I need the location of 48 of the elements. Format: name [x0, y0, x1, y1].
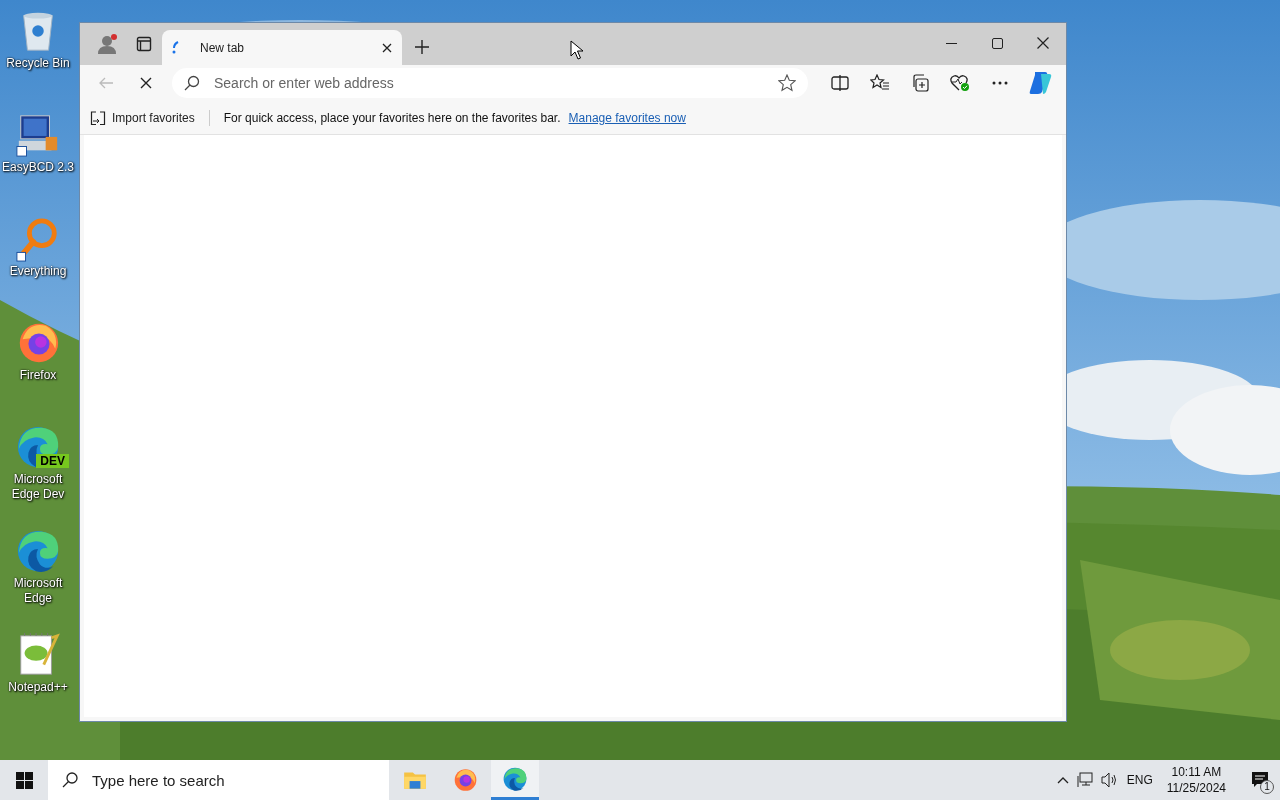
stop-icon[interactable]	[140, 77, 152, 89]
desktop-icon-label[interactable]: Microsoft Edge	[1, 576, 75, 606]
edge-wave-icon	[15, 528, 61, 574]
network-icon[interactable]	[1076, 772, 1093, 788]
copilot-icon[interactable]	[1027, 70, 1053, 96]
desktop-icon-label[interactable]: EasyBCD 2.3	[1, 160, 75, 175]
fox-globe-icon	[452, 767, 478, 793]
desktop-icon-label[interactable]: Microsoft Edge Dev	[1, 472, 75, 502]
split-screen-icon[interactable]	[831, 75, 849, 91]
desktop-icon-label[interactable]: Everything	[1, 264, 75, 279]
date-text: 11/25/2024	[1166, 780, 1226, 796]
maximize-icon[interactable]	[991, 37, 1003, 49]
search-input[interactable]: Type here to search	[90, 770, 389, 790]
import-icon[interactable]	[90, 109, 106, 126]
search-icon	[62, 772, 78, 788]
desktop-icon-label[interactable]: Notepad++	[1, 680, 75, 695]
close-icon[interactable]	[382, 42, 392, 53]
mouse-cursor-icon	[570, 40, 584, 60]
time-text: 10:11 AM	[1171, 764, 1222, 780]
taskbar-search-box[interactable]: Type here to search	[48, 760, 389, 800]
speaker-icon[interactable]	[1100, 772, 1119, 788]
heart-check-icon[interactable]	[950, 74, 970, 92]
manage-favorites-link[interactable]: Manage favorites now	[568, 110, 686, 125]
desktop-icon-label[interactable]: Recycle Bin	[1, 56, 75, 71]
search-icon	[184, 75, 200, 91]
loading-icon	[172, 40, 180, 55]
address-bar[interactable]: Search or enter web address	[172, 68, 808, 98]
chevron-up-icon[interactable]	[1056, 776, 1069, 784]
app-badge: DEV	[36, 454, 69, 468]
more-icon[interactable]	[992, 81, 1008, 85]
favorites-bar-message: For quick access, place your favorites here on the favorites bar.	[222, 110, 561, 125]
notifications-button[interactable]: 1	[1240, 760, 1280, 800]
profile-icon[interactable]	[97, 33, 119, 55]
language-indicator[interactable]: ENG	[1126, 773, 1153, 787]
edge-wave-icon	[502, 765, 528, 792]
close-icon[interactable]	[1037, 37, 1049, 49]
clock[interactable]: 10:11 AM 11/25/2024	[1160, 764, 1232, 796]
tab-actions-icon[interactable]	[136, 36, 152, 52]
desktop-icon-label[interactable]: Firefox	[1, 368, 75, 383]
collections-icon[interactable]	[911, 74, 929, 92]
plus-icon[interactable]	[414, 39, 430, 55]
taskbar-app-button[interactable]	[491, 760, 539, 800]
browser-tab[interactable]: New tab	[162, 30, 402, 65]
favorites-icon[interactable]	[870, 74, 890, 92]
windows-start-icon[interactable]	[15, 771, 33, 789]
import-favorites-link[interactable]: Import favorites	[112, 110, 195, 125]
star-icon[interactable]	[778, 74, 796, 92]
notification-count: 1	[1260, 780, 1274, 794]
